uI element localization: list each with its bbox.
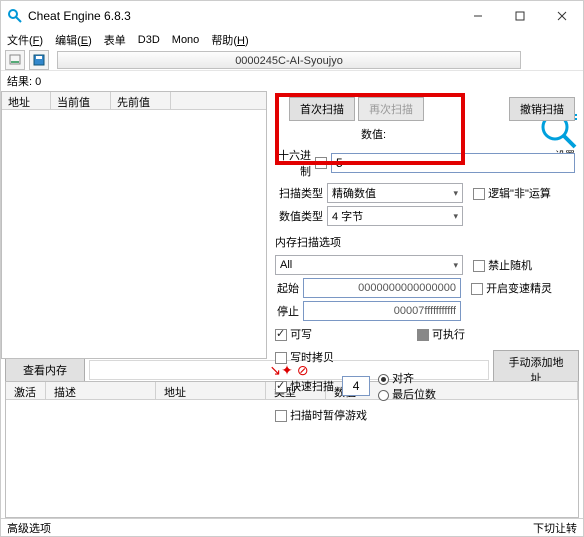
app-icon xyxy=(7,8,23,24)
disable-random-checkbox[interactable] xyxy=(473,260,485,272)
first-scan-button[interactable]: 首次扫描 xyxy=(289,97,355,121)
start-input[interactable] xyxy=(303,278,461,298)
results-count: 结果: 0 xyxy=(1,71,583,91)
menu-help[interactable]: 帮助(H) xyxy=(211,32,248,48)
maximize-button[interactable] xyxy=(499,2,541,30)
fastscan-checkbox[interactable] xyxy=(275,381,287,393)
align-radio[interactable] xyxy=(378,374,389,385)
hex-label: 十六进制 xyxy=(269,147,315,179)
col-active[interactable]: 激活 xyxy=(6,382,46,399)
save-button[interactable] xyxy=(29,50,49,70)
results-list[interactable]: 地址 当前值 先前值 xyxy=(1,91,267,359)
pause-checkbox[interactable] xyxy=(275,410,287,422)
speedhack-checkbox[interactable] xyxy=(471,283,483,295)
fastscan-align-input[interactable] xyxy=(342,376,370,396)
window-title: Cheat Engine 6.8.3 xyxy=(28,9,457,23)
close-button[interactable] xyxy=(541,2,583,30)
col-address[interactable]: 地址 xyxy=(2,92,51,109)
col-addr2[interactable]: 地址 xyxy=(156,382,266,399)
open-process-button[interactable] xyxy=(5,50,25,70)
value-type-label: 数值类型 xyxy=(269,208,327,224)
table-extras[interactable]: 下切让转 xyxy=(533,520,577,536)
col-previous[interactable]: 先前值 xyxy=(111,92,171,109)
menu-edit[interactable]: 编辑(E) xyxy=(55,32,92,48)
menu-d3d[interactable]: D3D xyxy=(138,34,160,46)
mem-region-select[interactable]: All▾ xyxy=(275,255,463,275)
menu-mono[interactable]: Mono xyxy=(172,34,200,46)
hex-checkbox[interactable] xyxy=(315,157,327,169)
next-scan-button: 再次扫描 xyxy=(358,97,424,121)
process-name: 0000245C-AI-Syoujyo xyxy=(57,51,521,69)
title-bar: Cheat Engine 6.8.3 xyxy=(1,1,583,31)
value-label: 数值: xyxy=(361,126,386,142)
menu-bar: 文件(F) 编辑(E) 表单 D3D Mono 帮助(H) xyxy=(1,31,583,49)
value-type-select[interactable]: 4 字节▾ xyxy=(327,206,463,226)
executable-checkbox[interactable] xyxy=(417,329,429,341)
undo-scan-button[interactable]: 撤销扫描 xyxy=(509,97,575,121)
col-desc[interactable]: 描述 xyxy=(46,382,156,399)
advanced-options[interactable]: 高级选项 xyxy=(7,520,51,536)
stop-label: 停止 xyxy=(269,303,303,319)
start-label: 起始 xyxy=(269,280,303,296)
mem-options-label: 内存扫描选项 xyxy=(269,234,353,250)
not-label: 逻辑"非"运算 xyxy=(488,188,551,200)
value-input[interactable] xyxy=(331,153,575,173)
col-current[interactable]: 当前值 xyxy=(51,92,111,109)
stop-input[interactable] xyxy=(303,301,461,321)
menu-table[interactable]: 表单 xyxy=(104,32,126,48)
lastdigits-radio[interactable] xyxy=(378,390,389,401)
writable-checkbox[interactable] xyxy=(275,329,287,341)
not-checkbox[interactable] xyxy=(473,188,485,200)
scan-type-label: 扫描类型 xyxy=(269,185,327,201)
scan-type-select[interactable]: 精确数值▾ xyxy=(327,183,463,203)
cow-checkbox[interactable] xyxy=(275,352,287,364)
menu-file[interactable]: 文件(F) xyxy=(7,32,43,48)
minimize-button[interactable] xyxy=(457,2,499,30)
memory-view-button[interactable]: 查看内存 xyxy=(5,358,85,382)
